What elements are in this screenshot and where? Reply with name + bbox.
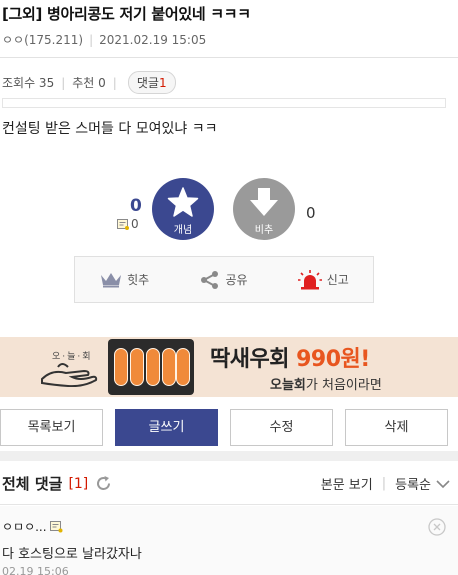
comment-count-label: 댓글 xyxy=(136,76,159,90)
comment-header: 전체 댓글 [1] 본문 보기 | 등록순 xyxy=(0,461,458,505)
upvote-count: 0 xyxy=(130,196,142,216)
chevron-down-icon[interactable] xyxy=(436,479,450,489)
crown-icon xyxy=(101,272,122,287)
comment-title: 전체 댓글 [1] xyxy=(2,473,112,494)
downvote-label: 비추 xyxy=(254,225,274,236)
comment-count-button[interactable]: 댓글1 xyxy=(127,71,176,94)
banner-price: 990원! xyxy=(296,347,370,372)
edit-button[interactable]: 수정 xyxy=(230,409,333,446)
downvote-count: 0 xyxy=(306,204,316,222)
comment-title-label: 전체 댓글 xyxy=(2,475,63,493)
star-icon xyxy=(167,187,199,217)
downvote-button[interactable]: 비추 xyxy=(233,178,295,240)
upvote-button[interactable]: 개념 xyxy=(152,178,214,240)
share-label: 공유 xyxy=(225,273,248,287)
upvote-label: 개념 xyxy=(173,225,193,236)
ad-placeholder xyxy=(2,98,446,108)
post-buttons: 목록보기 글쓰기 수정 삭제 xyxy=(0,409,458,447)
post-title: [그외] 병아리콩도 저기 붙어있네 ㅋㅋㅋ xyxy=(2,5,251,23)
view-count: 조회수 35 xyxy=(2,76,55,90)
comment-author: ㅇㅁㅇ... xyxy=(2,518,63,535)
comment-total: [1] xyxy=(68,475,89,492)
comment-time: 02.19 15:06 xyxy=(2,565,69,575)
banner-headline: 딱새우회 990원! xyxy=(210,341,370,373)
banner-subtext: 오늘회가 처음이라면 xyxy=(270,374,382,393)
divider: | xyxy=(112,75,117,90)
siren-icon xyxy=(297,269,322,289)
post-stats: 조회수 35 | 추천 0 | 댓글1 xyxy=(2,71,176,94)
banner-sub-brand: 오늘회 xyxy=(270,378,306,393)
view-body-link[interactable]: 본문 보기 xyxy=(321,474,373,493)
divider: | xyxy=(381,476,387,491)
divider: | xyxy=(89,33,94,47)
shrimp-piece xyxy=(114,348,128,386)
fix-icon xyxy=(49,520,63,532)
hit-recommend-button[interactable]: 힛추 xyxy=(75,271,174,288)
post-author[interactable]: ㅇㅇ(175.211) xyxy=(2,33,83,47)
post-body: 컨설팅 받은 스머들 다 모여있냐 ㅋㅋ xyxy=(2,121,218,137)
banner-headline-text: 딱새우회 xyxy=(210,347,297,372)
divider xyxy=(0,451,458,461)
delete-button[interactable]: 삭제 xyxy=(345,409,448,446)
fixed-upvote: 0 xyxy=(117,217,139,231)
down-arrow-icon xyxy=(250,188,278,216)
report-label: 신고 xyxy=(326,273,349,287)
vote-area: 0 0 개념 비추 0 xyxy=(0,176,458,246)
hit-recommend-label: 힛추 xyxy=(127,273,150,287)
shrimp-piece xyxy=(130,348,144,386)
fixed-upvote-count: 0 xyxy=(131,217,139,231)
recommend-count: 추천 0 xyxy=(72,76,106,90)
comment-text: 다 호스팅으로 날라갔자나 xyxy=(2,547,142,562)
shrimp-piece xyxy=(176,348,190,386)
comment-author-name[interactable]: ㅇㅁㅇ... xyxy=(2,518,47,535)
list-button[interactable]: 목록보기 xyxy=(0,409,103,446)
divider: | xyxy=(61,75,66,90)
shrimp-piece xyxy=(146,348,160,386)
hand-logo-icon xyxy=(41,363,98,387)
fix-icon xyxy=(117,218,129,230)
write-button[interactable]: 글쓰기 xyxy=(115,409,218,446)
post-actions: 힛추 공유 신고 xyxy=(74,256,374,303)
divider xyxy=(0,57,458,58)
shrimp-image xyxy=(108,339,194,395)
share-icon xyxy=(201,270,219,289)
banner-sub-rest: 가 처음이라면 xyxy=(305,378,382,393)
post-meta: ㅇㅇ(175.211) | 2021.02.19 15:05 xyxy=(2,31,206,48)
share-button[interactable]: 공유 xyxy=(174,270,273,290)
sort-select[interactable]: 등록순 xyxy=(395,474,431,493)
post-date: 2021.02.19 15:05 xyxy=(99,33,207,47)
comment-options: 본문 보기 | 등록순 xyxy=(321,474,450,493)
shrimp-piece xyxy=(162,348,176,386)
comment-item: ㅇㅁㅇ... 다 호스팅으로 날라갔자나 02.19 15:06 xyxy=(0,506,458,575)
report-button[interactable]: 신고 xyxy=(274,269,373,290)
comment-count-value: 1 xyxy=(158,76,167,90)
refresh-icon[interactable] xyxy=(95,475,112,492)
ad-banner[interactable]: 오·늘·회 딱새우회 990원! 오늘회가 처음이라면 xyxy=(0,337,458,397)
close-icon[interactable] xyxy=(428,518,446,536)
